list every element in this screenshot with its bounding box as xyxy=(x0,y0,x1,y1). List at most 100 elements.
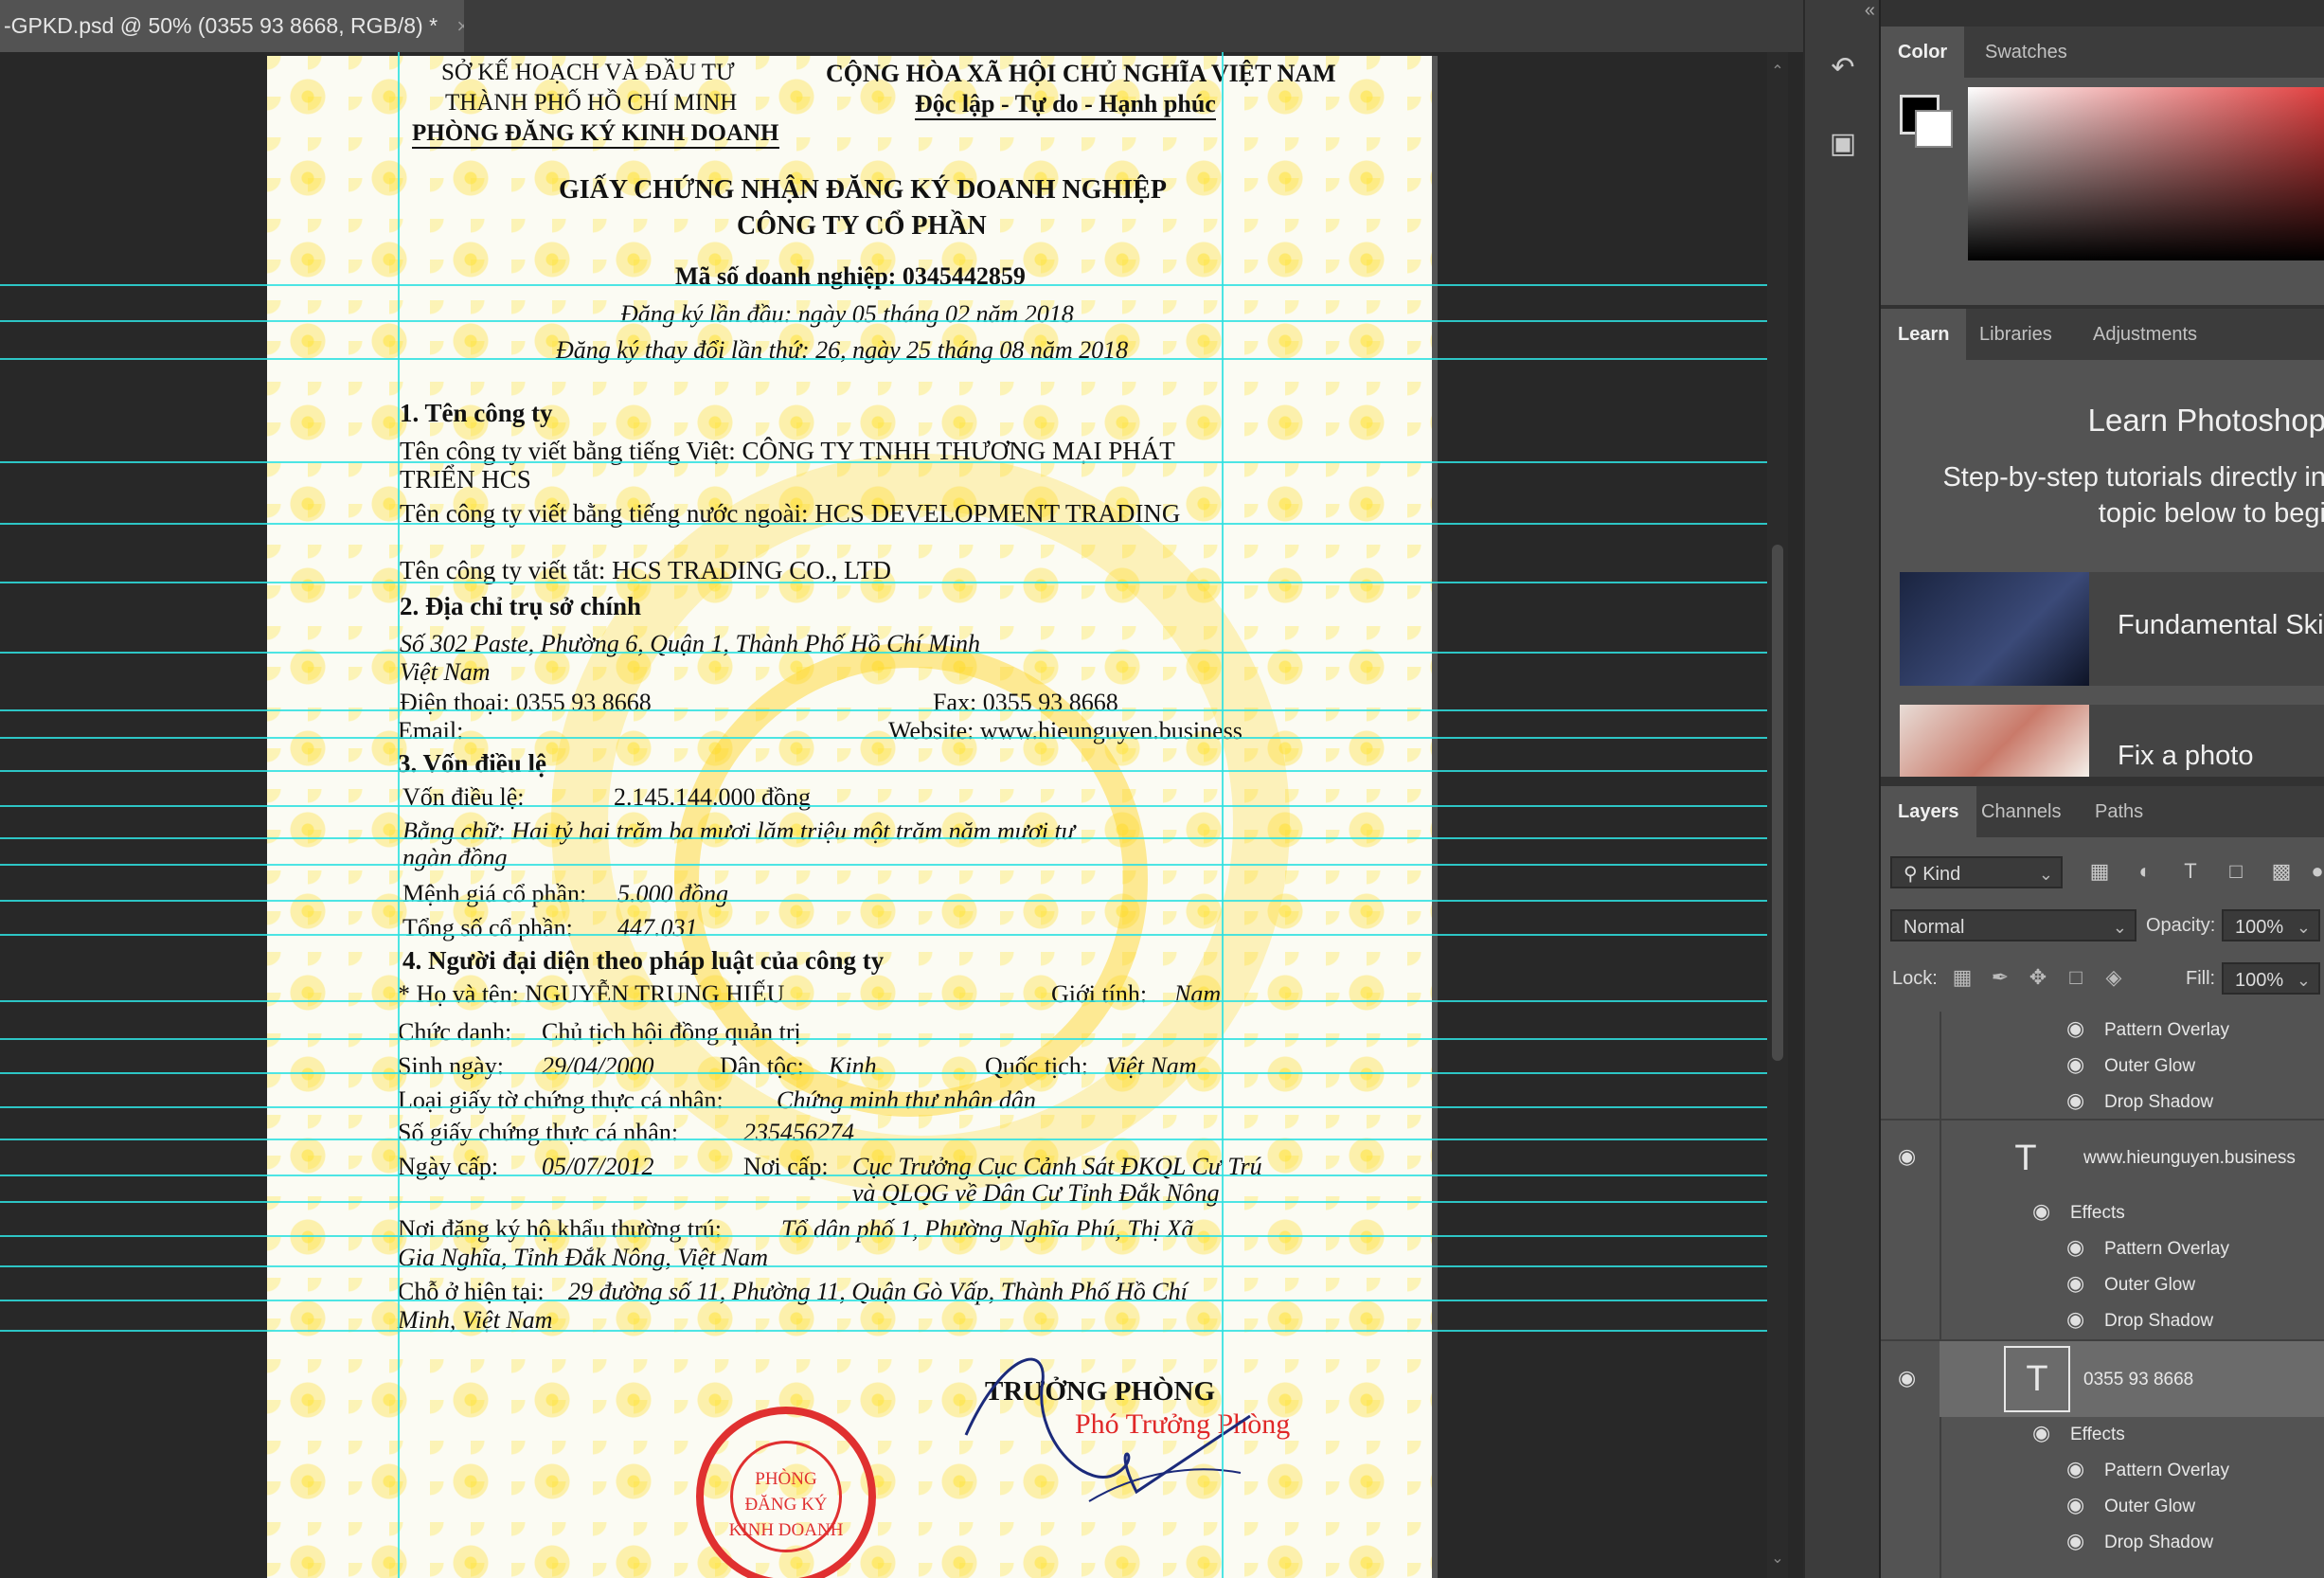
id-type-value: Chứng minh thư nhân dân xyxy=(777,1086,1036,1114)
chevron-down-icon: ⌄ xyxy=(2112,918,2127,937)
tab-swatches[interactable]: Swatches xyxy=(1968,27,2084,78)
layer-name[interactable]: www.hieunguyen.business xyxy=(2083,1148,2296,1169)
effect-row[interactable]: ◉ Pattern Overlay xyxy=(1881,1013,2324,1049)
eye-icon[interactable]: ◉ xyxy=(1898,1144,1916,1169)
eye-icon[interactable]: ◉ xyxy=(2066,1271,2084,1296)
canvas-area[interactable]: SỞ KẾ HOẠCH VÀ ĐẦU TƯ THÀNH PHỐ HỒ CHÍ M… xyxy=(0,52,1788,1578)
tab-libraries[interactable]: Libraries xyxy=(1962,309,2069,360)
guide-horizontal[interactable] xyxy=(0,320,1771,322)
guide-horizontal[interactable] xyxy=(0,770,1771,772)
layer-name[interactable]: 0355 93 8668 xyxy=(2083,1370,2193,1390)
lock-artboard-icon[interactable]: □ xyxy=(2063,964,2089,991)
guide-horizontal[interactable] xyxy=(0,709,1771,711)
eye-icon[interactable]: ◉ xyxy=(2032,1421,2050,1445)
tab-channels[interactable]: Channels xyxy=(1964,786,2079,837)
scrollbar-thumb[interactable] xyxy=(1772,545,1783,1061)
guide-horizontal[interactable] xyxy=(0,1201,1771,1203)
3d-icon[interactable]: ▣ xyxy=(1820,121,1866,167)
tutorial-title: Fix a photo xyxy=(2118,741,2254,771)
guide-horizontal[interactable] xyxy=(0,1139,1771,1140)
handwritten-signature xyxy=(964,1357,1251,1502)
tab-color[interactable]: Color xyxy=(1881,27,1965,78)
guide-horizontal[interactable] xyxy=(0,805,1771,807)
eye-icon[interactable]: ◉ xyxy=(1898,1366,1916,1390)
eye-icon[interactable]: ◉ xyxy=(2066,1088,2084,1113)
guide-horizontal[interactable] xyxy=(0,1300,1771,1301)
guide-horizontal[interactable] xyxy=(0,1038,1771,1040)
pixel-filter-icon[interactable]: ▦ xyxy=(2085,857,2114,886)
effect-row[interactable]: ◉ Drop Shadow xyxy=(1881,1303,2324,1339)
tutorial-card[interactable]: Fix a photo xyxy=(1900,705,2324,777)
guide-horizontal[interactable] xyxy=(0,1265,1771,1267)
layer-row-selected[interactable]: ◉ T 0355 93 8668 xyxy=(1881,1341,2324,1417)
effect-row[interactable]: ◉ Outer Glow xyxy=(1881,1049,2324,1085)
tab-learn[interactable]: Learn xyxy=(1881,309,1967,360)
effect-row[interactable]: ◉ Outer Glow xyxy=(1881,1489,2324,1525)
guide-horizontal[interactable] xyxy=(0,652,1771,654)
eye-icon[interactable]: ◉ xyxy=(2066,1493,2084,1517)
guide-vertical[interactable] xyxy=(1222,52,1224,1578)
guide-horizontal[interactable] xyxy=(0,837,1771,839)
effect-row[interactable]: ◉ Outer Glow xyxy=(1881,1267,2324,1303)
adjustment-filter-icon[interactable]: ◐ xyxy=(2131,857,2159,886)
effect-row[interactable]: ◉ Drop Shadow xyxy=(1881,1085,2324,1121)
guide-horizontal[interactable] xyxy=(0,864,1771,866)
guide-horizontal[interactable] xyxy=(0,461,1771,463)
guide-horizontal[interactable] xyxy=(0,1072,1771,1074)
fill-input[interactable]: 100% ⌄ xyxy=(2222,962,2320,995)
layer-filter-select[interactable]: ⚲ Kind ⌄ xyxy=(1890,856,2063,888)
eye-icon[interactable]: ◉ xyxy=(2066,1457,2084,1481)
color-picker-field[interactable] xyxy=(1968,87,2324,260)
effects-row[interactable]: ◉ Effects xyxy=(1881,1195,2324,1231)
document-tab[interactable]: -GPKD.psd @ 50% (0355 93 8668, RGB/8) * … xyxy=(0,0,469,52)
guide-horizontal[interactable] xyxy=(0,1106,1771,1108)
scroll-up-icon[interactable]: ⌃ xyxy=(1767,62,1788,81)
canvas-vertical-scrollbar[interactable]: ⌃ ⌄ xyxy=(1767,52,1788,1578)
guide-vertical[interactable] xyxy=(398,52,400,1578)
smart-object-filter-icon[interactable]: ▩ xyxy=(2267,857,2296,886)
guide-horizontal[interactable] xyxy=(0,1235,1771,1237)
fill-value: 100% xyxy=(2235,970,2284,991)
collapse-panels-icon[interactable]: « xyxy=(1865,0,1875,22)
lock-position-move-icon[interactable]: ✥ xyxy=(2025,964,2051,991)
eye-icon[interactable]: ◉ xyxy=(2066,1529,2084,1553)
guide-horizontal[interactable] xyxy=(0,284,1771,286)
tab-layers[interactable]: Layers xyxy=(1881,786,1976,837)
layer-row[interactable]: ◉ T www.hieunguyen.business xyxy=(1881,1121,2324,1195)
eye-icon[interactable]: ◉ xyxy=(2066,1052,2084,1077)
tutorial-card[interactable]: Fundamental Ski xyxy=(1900,572,2324,686)
effect-row[interactable]: ◉ Pattern Overlay xyxy=(1881,1231,2324,1267)
effect-row[interactable]: ◉ Drop Shadow xyxy=(1881,1525,2324,1561)
guide-horizontal[interactable] xyxy=(0,1000,1771,1002)
scroll-down-icon[interactable]: ⌄ xyxy=(1767,1549,1788,1568)
guide-horizontal[interactable] xyxy=(0,1330,1771,1332)
eye-icon[interactable]: ◉ xyxy=(2066,1235,2084,1260)
history-icon[interactable]: ↶ xyxy=(1820,45,1866,91)
eye-icon[interactable]: ◉ xyxy=(2032,1199,2050,1224)
guide-horizontal[interactable] xyxy=(0,1175,1771,1176)
tab-adjustments[interactable]: Adjustments xyxy=(2076,309,2214,360)
guide-horizontal[interactable] xyxy=(0,523,1771,525)
guide-horizontal[interactable] xyxy=(0,934,1771,936)
eye-icon[interactable]: ◉ xyxy=(2066,1016,2084,1041)
blend-mode-select[interactable]: Normal ⌄ xyxy=(1890,909,2136,941)
section-heading: 1. Tên công ty xyxy=(400,399,553,427)
layers-list[interactable]: ◉ Pattern Overlay ◉ Outer Glow ◉ Drop Sh… xyxy=(1881,1012,2324,1578)
opacity-input[interactable]: 100% ⌄ xyxy=(2222,909,2320,941)
lock-image-brush-icon[interactable]: ✒ xyxy=(1987,964,2013,991)
position-value: Chủ tịch hội đồng quản trị xyxy=(542,1018,801,1046)
effects-row[interactable]: ◉ Effects xyxy=(1881,1417,2324,1453)
lock-transparent-icon[interactable]: ▦ xyxy=(1949,964,1975,991)
guide-horizontal[interactable] xyxy=(0,582,1771,583)
type-filter-icon[interactable]: T xyxy=(2176,857,2205,886)
tab-paths[interactable]: Paths xyxy=(2078,786,2160,837)
eye-icon[interactable]: ◉ xyxy=(2066,1307,2084,1332)
guide-horizontal[interactable] xyxy=(0,358,1771,360)
guide-horizontal[interactable] xyxy=(0,900,1771,902)
guide-horizontal[interactable] xyxy=(0,737,1771,739)
effect-row[interactable]: ◉ Pattern Overlay xyxy=(1881,1453,2324,1489)
shape-filter-icon[interactable]: □ xyxy=(2222,857,2250,886)
lock-all-icon[interactable]: ◈ xyxy=(2101,964,2127,991)
filter-toggle-icon[interactable]: ● xyxy=(2303,857,2324,886)
background-color-swatch[interactable] xyxy=(1915,110,1953,148)
